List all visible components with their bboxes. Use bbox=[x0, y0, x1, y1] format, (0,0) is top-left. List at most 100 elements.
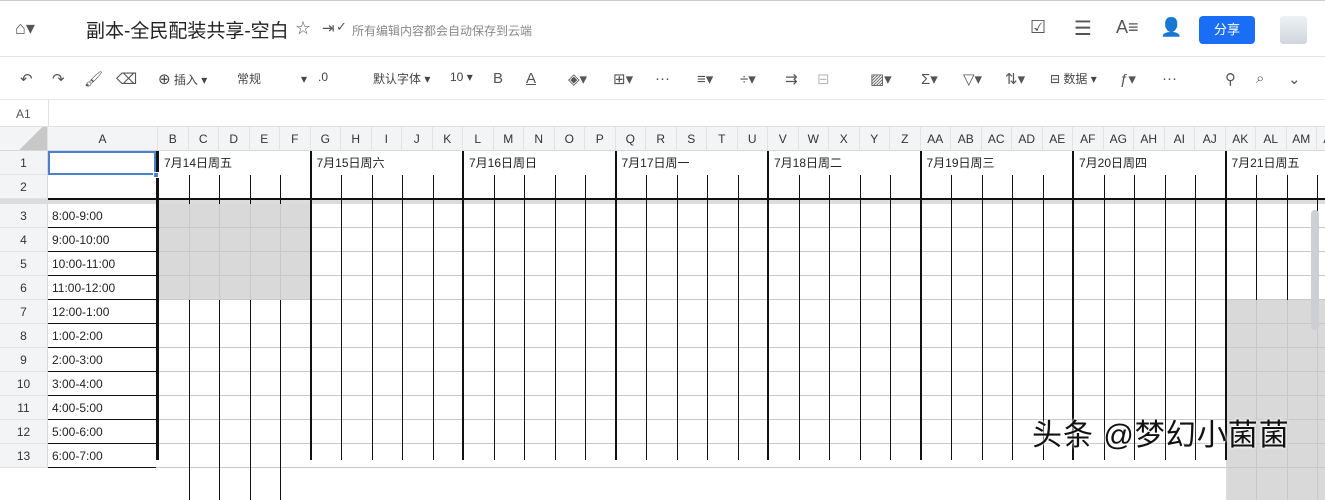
time-slot-cell[interactable]: 11:00-12:00 bbox=[48, 276, 156, 300]
row-header-10[interactable]: 10 bbox=[0, 372, 48, 396]
time-slot-cell[interactable]: 10:00-11:00 bbox=[48, 252, 156, 276]
time-slot-cell[interactable]: 4:00-5:00 bbox=[48, 396, 156, 420]
column-header-AL[interactable]: AL bbox=[1256, 127, 1287, 151]
home-icon[interactable]: ⌂▾ bbox=[15, 18, 35, 39]
column-header-C[interactable]: C bbox=[189, 127, 220, 151]
text-format-icon[interactable]: A≡ bbox=[1116, 17, 1139, 38]
vertical-scrollbar[interactable] bbox=[1311, 210, 1319, 330]
conditional-format-icon[interactable]: ▨▾ bbox=[870, 70, 892, 88]
column-header-F[interactable]: F bbox=[280, 127, 311, 151]
menu-icon[interactable]: ☰ bbox=[1074, 16, 1092, 41]
cell-reference[interactable]: A1 bbox=[16, 107, 31, 121]
column-header-E[interactable]: E bbox=[250, 127, 281, 151]
day-header-cell[interactable]: 7月21日周五 bbox=[1228, 151, 1325, 175]
column-header-AN[interactable]: AN bbox=[1317, 127, 1325, 151]
format-painter-icon[interactable]: 🖌 bbox=[84, 70, 103, 88]
column-header-I[interactable]: I bbox=[372, 127, 403, 151]
row-header-11[interactable]: 11 bbox=[0, 396, 48, 420]
clear-format-icon[interactable]: ⌫ bbox=[116, 70, 137, 88]
font-size-select[interactable]: 10 ▾ bbox=[450, 70, 473, 84]
vertical-align-icon[interactable]: ÷▾ bbox=[740, 70, 756, 88]
column-header-AK[interactable]: AK bbox=[1226, 127, 1257, 151]
column-header-O[interactable]: O bbox=[555, 127, 586, 151]
column-header-AA[interactable]: AA bbox=[921, 127, 952, 151]
column-header-Q[interactable]: Q bbox=[616, 127, 647, 151]
time-slot-cell[interactable]: 3:00-4:00 bbox=[48, 372, 156, 396]
time-slot-cell[interactable]: 6:00-7:00 bbox=[48, 444, 156, 468]
row-header-9[interactable]: 9 bbox=[0, 348, 48, 372]
column-header-D[interactable]: D bbox=[219, 127, 250, 151]
row-header-4[interactable]: 4 bbox=[0, 228, 48, 252]
row-header-12[interactable]: 12 bbox=[0, 420, 48, 444]
filter-icon[interactable]: ▽▾ bbox=[963, 70, 982, 88]
column-header-R[interactable]: R bbox=[646, 127, 677, 151]
column-header-Z[interactable]: Z bbox=[890, 127, 921, 151]
decimal-stepper[interactable]: .0 bbox=[318, 70, 328, 84]
column-header-P[interactable]: P bbox=[585, 127, 616, 151]
merge-cells-icon[interactable]: ⊟ bbox=[817, 70, 830, 88]
row-header-2[interactable]: 2 bbox=[0, 175, 48, 199]
formula-icon[interactable]: ƒ▾ bbox=[1120, 70, 1136, 88]
sum-icon[interactable]: Σ▾ bbox=[921, 70, 938, 88]
insert-button[interactable]: ⊕ 插入 ▾ bbox=[158, 70, 207, 88]
day-header-cell[interactable]: 7月15日周六 bbox=[313, 151, 462, 175]
sort-icon[interactable]: ⇅▾ bbox=[1005, 70, 1025, 88]
selected-cell-A1[interactable] bbox=[48, 151, 156, 175]
time-slot-cell[interactable]: 8:00-9:00 bbox=[48, 204, 156, 228]
row-header-13[interactable]: 13 bbox=[0, 444, 48, 468]
undo-icon[interactable]: ↶ bbox=[20, 70, 33, 88]
time-slot-cell[interactable]: 1:00-2:00 bbox=[48, 324, 156, 348]
column-header-B[interactable]: B bbox=[158, 127, 189, 151]
day-header-cell[interactable]: 7月16日周日 bbox=[465, 151, 614, 175]
task-add-icon[interactable]: ☑ bbox=[1030, 17, 1046, 38]
day-header-cell[interactable]: 7月18日周二 bbox=[770, 151, 919, 175]
column-header-W[interactable]: W bbox=[799, 127, 830, 151]
column-header-AD[interactable]: AD bbox=[1012, 127, 1043, 151]
column-header-N[interactable]: N bbox=[524, 127, 555, 151]
bold-button[interactable]: B bbox=[493, 70, 503, 87]
wrap-text-icon[interactable]: ⇉ bbox=[785, 70, 798, 88]
search-icon[interactable]: ⌕ bbox=[1256, 70, 1264, 87]
column-header-Y[interactable]: Y bbox=[860, 127, 891, 151]
avatar[interactable] bbox=[1280, 16, 1307, 44]
row-header-1[interactable]: 1 bbox=[0, 151, 48, 175]
number-format-select[interactable]: 常规▾ bbox=[237, 70, 307, 87]
share-button[interactable]: 分享 bbox=[1199, 16, 1255, 44]
more-tools-icon[interactable]: ··· bbox=[1162, 70, 1177, 87]
column-header-U[interactable]: U bbox=[738, 127, 769, 151]
fill-color-icon[interactable]: ◈▾ bbox=[568, 70, 587, 88]
row-header-6[interactable]: 6 bbox=[0, 276, 48, 300]
column-header-J[interactable]: J bbox=[402, 127, 433, 151]
day-header-cell[interactable]: 7月19日周三 bbox=[923, 151, 1072, 175]
font-family-select[interactable]: 默认字体 ▾ bbox=[373, 70, 430, 87]
day-header-cell[interactable]: 7月17日周一 bbox=[618, 151, 767, 175]
more-icon[interactable]: ··· bbox=[655, 70, 670, 87]
row-header-8[interactable]: 8 bbox=[0, 324, 48, 348]
column-header-AM[interactable]: AM bbox=[1287, 127, 1318, 151]
time-slot-cell[interactable]: 12:00-1:00 bbox=[48, 300, 156, 324]
font-color-button[interactable]: A bbox=[526, 70, 536, 87]
stamp-icon[interactable]: ⚲ bbox=[1225, 70, 1236, 88]
borders-icon[interactable]: ⊞▾ bbox=[613, 70, 633, 88]
column-header-L[interactable]: L bbox=[463, 127, 494, 151]
column-header-M[interactable]: M bbox=[494, 127, 525, 151]
day-header-cell[interactable]: 7月20日周四 bbox=[1075, 151, 1224, 175]
row-header-7[interactable]: 7 bbox=[0, 300, 48, 324]
column-header-AJ[interactable]: AJ bbox=[1195, 127, 1226, 151]
column-header-X[interactable]: X bbox=[829, 127, 860, 151]
column-header-T[interactable]: T bbox=[707, 127, 738, 151]
day-header-cell[interactable]: 7月14日周五 bbox=[160, 151, 309, 175]
column-header-AC[interactable]: AC bbox=[982, 127, 1013, 151]
column-header-AI[interactable]: AI bbox=[1165, 127, 1196, 151]
column-header-AE[interactable]: AE bbox=[1043, 127, 1074, 151]
row-header-5[interactable]: 5 bbox=[0, 252, 48, 276]
move-folder-icon[interactable]: ⇥ bbox=[322, 19, 335, 37]
column-header-G[interactable]: G bbox=[311, 127, 342, 151]
add-collaborator-icon[interactable]: 👤 bbox=[1160, 17, 1182, 38]
redo-icon[interactable]: ↷ bbox=[52, 70, 65, 88]
data-menu-button[interactable]: ⊟ 数据 ▾ bbox=[1050, 70, 1097, 87]
time-slot-cell[interactable]: 5:00-6:00 bbox=[48, 420, 156, 444]
column-header-S[interactable]: S bbox=[677, 127, 708, 151]
column-header-AG[interactable]: AG bbox=[1104, 127, 1135, 151]
select-all-corner[interactable] bbox=[0, 127, 48, 151]
